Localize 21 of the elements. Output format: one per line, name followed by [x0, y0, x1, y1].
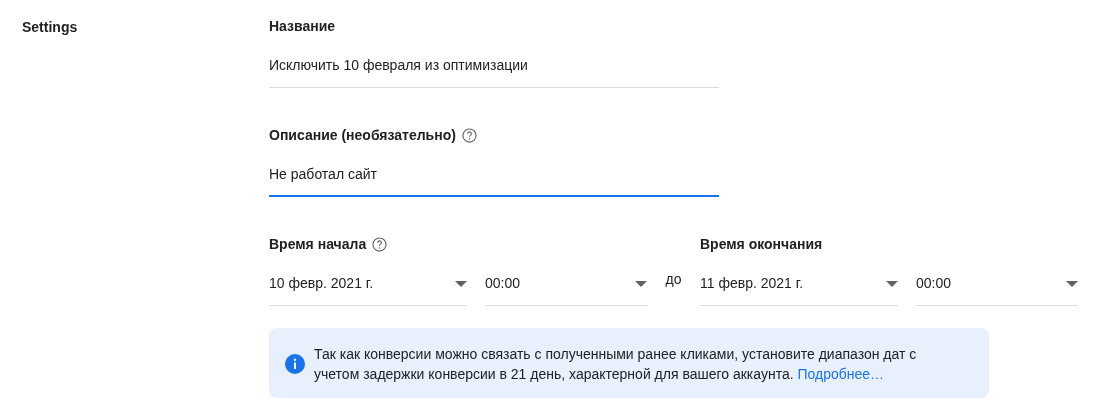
caret-icon [1066, 280, 1078, 287]
text-field[interactable]: Исключить 10 февраля из оптимизации [269, 43, 719, 88]
learn-more-link[interactable]: Подробнее… [797, 366, 885, 382]
help-icon[interactable] [372, 236, 388, 252]
separator-text: до [664, 270, 683, 289]
field-label: Описание (необязательно) [269, 125, 456, 145]
field-label: Время начала [269, 234, 367, 254]
dropdown[interactable]: 11 февр. 2021 г. [700, 261, 898, 306]
section-title: Settings [22, 19, 78, 35]
caret-icon [455, 280, 467, 287]
field-label: Название [269, 16, 336, 36]
field-label: Время окончания [700, 234, 823, 254]
help-icon[interactable] [461, 127, 477, 143]
caret-icon [886, 280, 898, 287]
info-text: Так как конверсии можно связать с полученными ранее кликами, установите диапазон дат с учетом задержки конверсии в 21 день, характерной для вашего аккаунта. Подробнее… [314, 345, 918, 384]
dropdown[interactable]: 10 февр. 2021 г. [269, 261, 467, 306]
info-icon [285, 354, 305, 374]
text-field[interactable]: Не работал сайт [269, 152, 719, 197]
dropdown[interactable]: 00:00 [916, 261, 1078, 306]
dropdown[interactable]: 00:00 [485, 261, 647, 306]
caret-icon [635, 280, 647, 287]
